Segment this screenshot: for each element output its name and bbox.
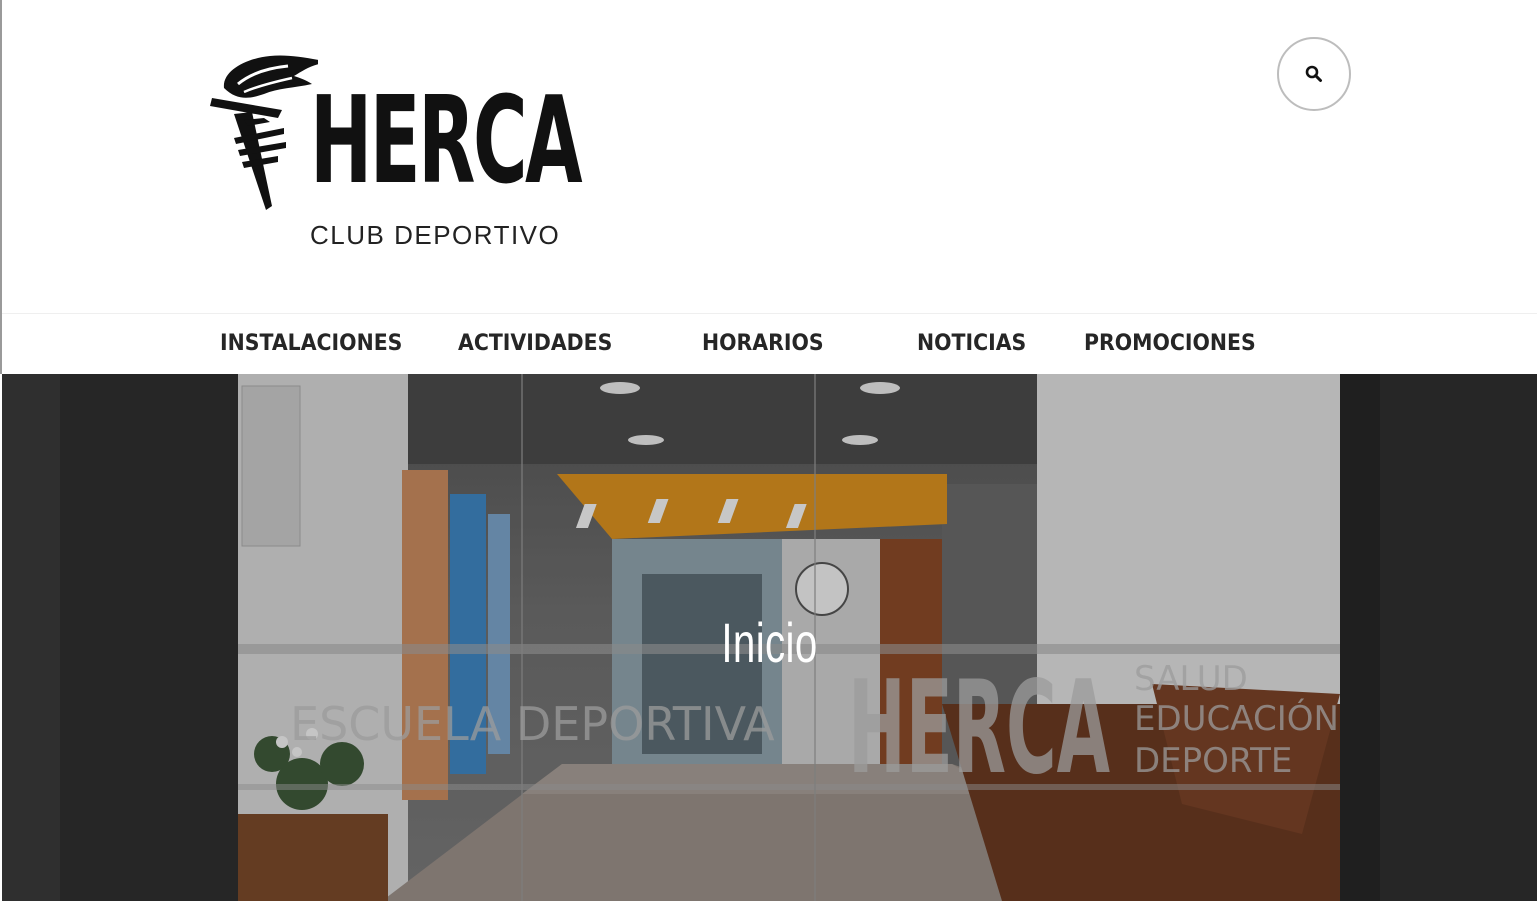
nav-item-horarios[interactable]: HORARIOS: [702, 314, 833, 374]
nav-item-instalaciones[interactable]: INSTALACIONES: [220, 314, 416, 374]
search-icon: [1305, 65, 1322, 82]
glass-text-brand: HERCA: [848, 654, 1110, 803]
main-navigation: INSTALACIONES ACTIVIDADES HORARIOS NOTIC…: [0, 314, 1537, 661]
glass-text-line-3: DEPORTE: [1134, 741, 1292, 781]
nav-item-promociones[interactable]: PROMOCIONES: [1084, 314, 1269, 374]
search-button[interactable]: [1277, 37, 1351, 111]
logo-tagline: CLUB DEPORTIVO: [310, 220, 561, 250]
hero-banner: ESCUELA DEPORTIVA HERCA SALUD EDUCACIÓN …: [2, 374, 1537, 901]
page-title: Inicio: [721, 611, 818, 674]
glass-text-escuela: ESCUELA DEPORTIVA: [290, 697, 775, 751]
site-logo[interactable]: HERCA CLUB DEPORTIVO: [208, 48, 583, 258]
torch-icon: [210, 55, 318, 210]
logo-wordmark: HERCA: [310, 72, 583, 211]
site-header: HERCA CLUB DEPORTIVO: [0, 0, 1537, 313]
nav-item-label: HORARIOS: [702, 331, 824, 356]
nav-item-noticias[interactable]: NOTICIAS: [917, 314, 1035, 374]
nav-item-actividades[interactable]: ACTIVIDADES: [458, 314, 624, 374]
nav-item-label: NOTICIAS: [917, 331, 1027, 356]
nav-item-label: PROMOCIONES: [1084, 331, 1256, 356]
nav-item-label: ACTIVIDADES: [458, 331, 613, 356]
nav-item-label: INSTALACIONES: [220, 331, 403, 356]
glass-text-line-2: EDUCACIÓN: [1134, 698, 1339, 739]
